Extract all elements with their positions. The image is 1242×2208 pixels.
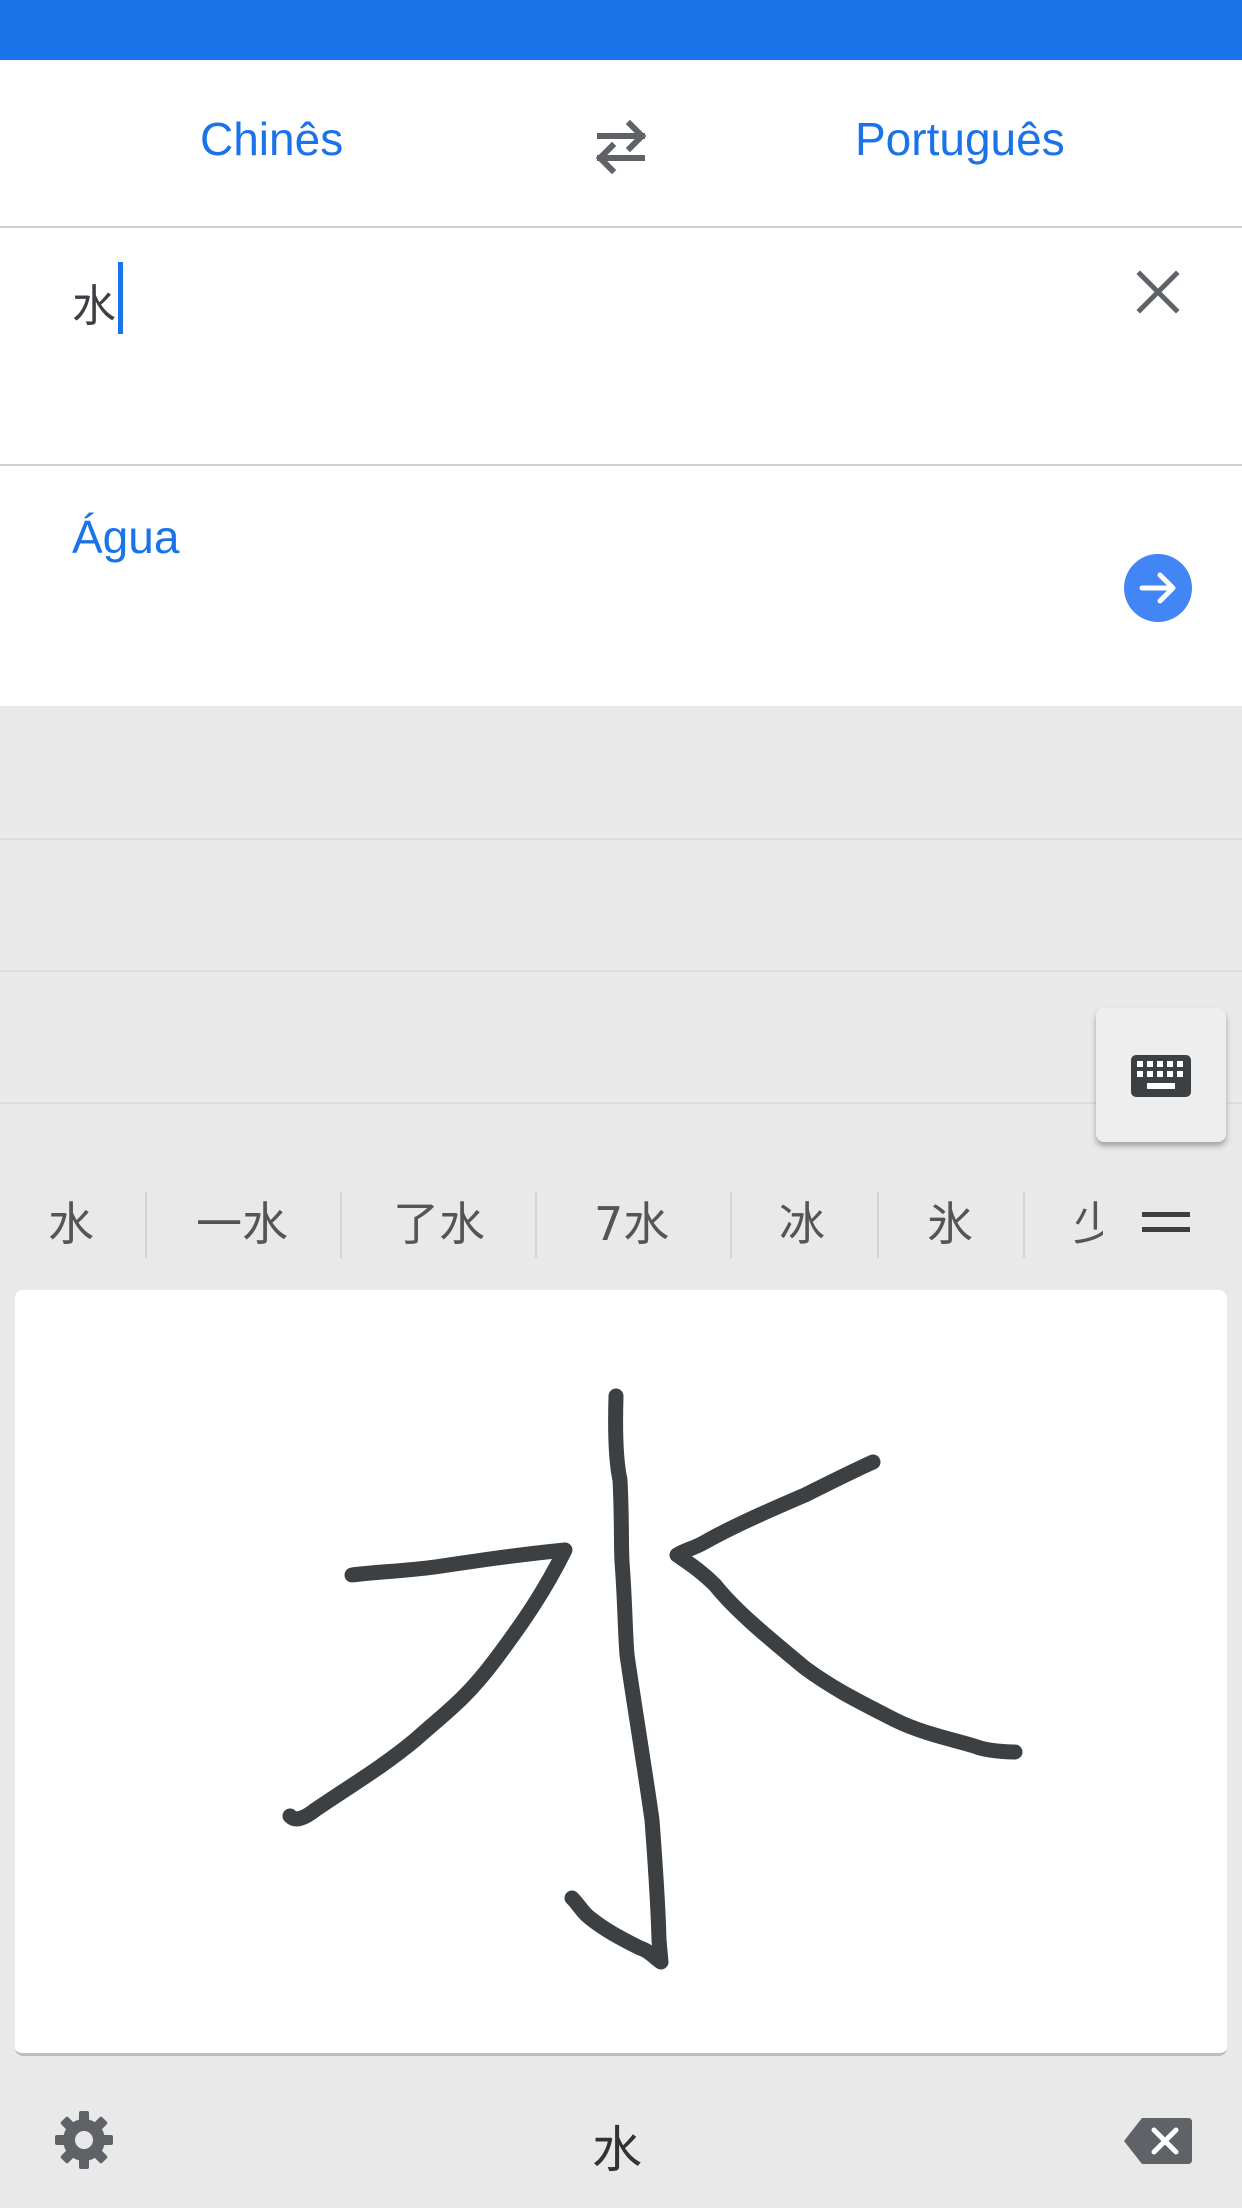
language-bar: Chinês Português — [0, 60, 1242, 228]
settings-button[interactable] — [52, 2108, 116, 2172]
arrow-right-circle-icon — [1139, 572, 1176, 604]
swap-languages-button[interactable] — [586, 116, 656, 176]
suggestion-item[interactable]: 水 — [48, 1188, 94, 1254]
source-language-button[interactable]: Chinês — [200, 112, 343, 166]
text-cursor — [118, 262, 123, 334]
suggestion-separator — [340, 1192, 342, 1258]
suggestion-separator — [1023, 1192, 1025, 1258]
keyboard-toggle-button[interactable] — [1096, 1008, 1226, 1142]
history-divider — [0, 1102, 1242, 1104]
suggestion-item[interactable]: 氷 — [927, 1188, 973, 1254]
keyboard-icon — [1131, 1055, 1191, 1097]
suggestion-item[interactable]: 一水 — [196, 1188, 288, 1254]
suggestion-item[interactable]: 冰 — [779, 1188, 825, 1254]
history-divider — [0, 838, 1242, 840]
suggestion-bar: 水 一水 了水 7水 冰 氷 少 — [0, 1158, 1242, 1288]
status-bar — [0, 0, 1242, 60]
target-language-button[interactable]: Português — [855, 112, 1065, 166]
translation-text: Água — [72, 511, 180, 563]
history-divider — [0, 970, 1242, 972]
suggestion-separator — [877, 1192, 879, 1258]
space-button[interactable]: 水 — [592, 2110, 642, 2182]
suggestion-item[interactable]: 少 — [1073, 1188, 1103, 1254]
source-text-input[interactable]: 水 — [72, 270, 116, 334]
bottom-bar: 水 — [0, 2058, 1242, 2208]
handwriting-canvas[interactable] — [15, 1290, 1227, 2056]
translation-result[interactable]: Água — [0, 466, 1242, 706]
suggestion-item[interactable]: 了水 — [393, 1188, 485, 1254]
backspace-icon — [1124, 2118, 1192, 2164]
close-icon — [1136, 270, 1180, 314]
gear-icon — [55, 2111, 113, 2169]
more-suggestions-button[interactable] — [1142, 1210, 1190, 1236]
backspace-button[interactable] — [1122, 2116, 1194, 2166]
handwriting-strokes — [282, 1388, 1023, 1970]
suggestion-item[interactable]: 7水 — [594, 1188, 669, 1254]
clear-input-button[interactable] — [1134, 268, 1182, 316]
suggestion-separator — [145, 1192, 147, 1258]
open-translation-button[interactable] — [1124, 554, 1192, 622]
suggestion-separator — [730, 1192, 732, 1258]
swap-arrows-icon — [595, 119, 647, 175]
suggestion-separator — [535, 1192, 537, 1258]
menu-lines-icon — [1142, 1212, 1190, 1232]
source-text-area[interactable]: 水 — [0, 228, 1242, 466]
